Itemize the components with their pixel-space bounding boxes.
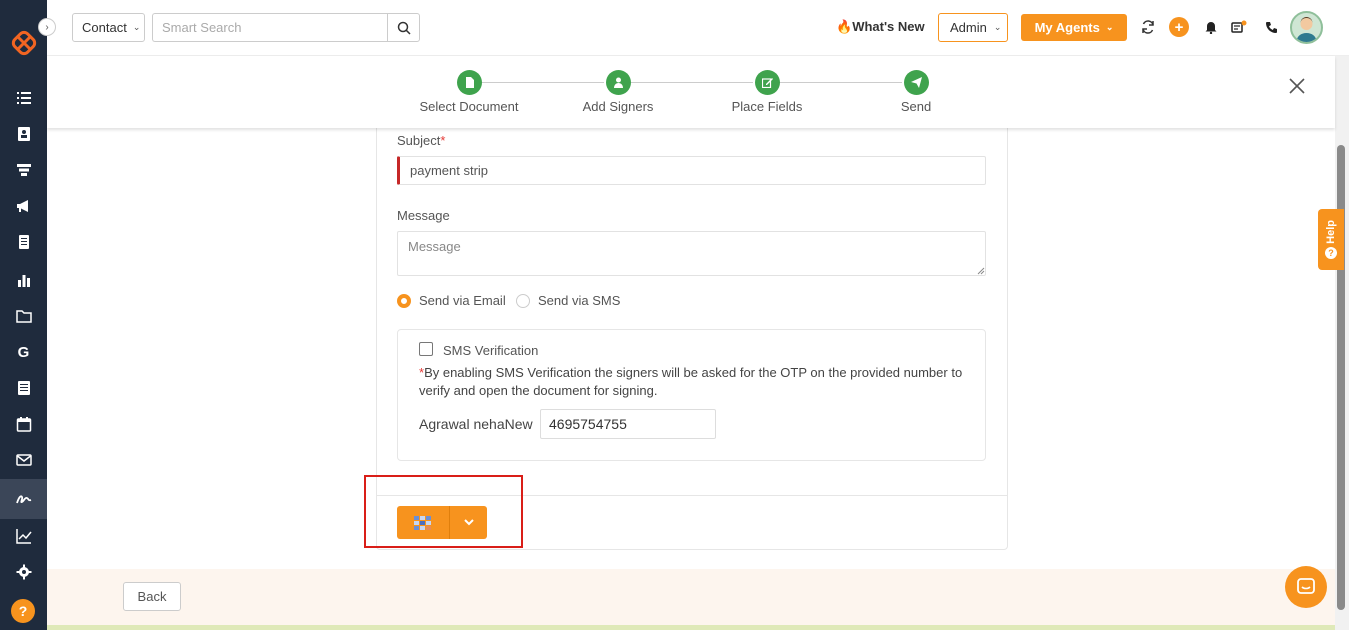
chevron-down-icon <box>463 519 474 526</box>
step-place-fields[interactable]: Place Fields <box>708 70 826 114</box>
send-button-group <box>397 506 487 539</box>
top-bar: Contact ⌄ 🔥What's New Admin ⌄ My Agents … <box>47 0 1349 56</box>
send-options-dropdown[interactable] <box>449 506 487 539</box>
user-avatar[interactable] <box>1290 11 1323 44</box>
close-icon[interactable] <box>1287 76 1307 96</box>
bar-chart-icon[interactable] <box>0 262 47 298</box>
message-textarea[interactable] <box>397 231 986 276</box>
calendar-icon[interactable] <box>0 406 47 442</box>
table-icon[interactable] <box>0 370 47 406</box>
subject-input[interactable] <box>397 156 986 185</box>
loading-grid-icon <box>414 515 431 530</box>
sidebar: G ? <box>0 0 47 630</box>
app-logo[interactable] <box>9 28 39 58</box>
step-select-document[interactable]: Select Document <box>410 70 528 114</box>
list-icon[interactable] <box>0 80 47 116</box>
add-icon[interactable]: + <box>1169 17 1189 37</box>
step-label: Select Document <box>419 99 519 114</box>
document-icon[interactable] <box>0 224 47 260</box>
required-mark: * <box>440 133 446 148</box>
sms-verification-checkbox[interactable] <box>419 342 433 356</box>
send-via-email-radio[interactable]: Send via Email <box>397 293 506 308</box>
message-label: Message <box>397 208 450 223</box>
footer-bar <box>47 569 1349 625</box>
google-icon[interactable]: G <box>0 334 47 370</box>
subject-label-text: Subject <box>397 133 441 148</box>
admin-select[interactable]: Admin ⌄ <box>938 13 1008 42</box>
step-label: Add Signers <box>582 99 654 114</box>
edit-icon <box>754 70 780 95</box>
my-agents-button[interactable]: My Agents ⌄ <box>1021 14 1127 41</box>
smart-search-input[interactable] <box>152 13 388 42</box>
contacts-book-icon[interactable] <box>0 116 47 152</box>
phone-icon[interactable] <box>1262 18 1280 36</box>
search-icon <box>397 21 411 35</box>
send-via-sms-radio[interactable]: Send via SMS <box>516 293 620 308</box>
chevron-down-icon: ⌄ <box>132 22 141 32</box>
resize-handle-icon[interactable] <box>977 267 985 275</box>
my-agents-label: My Agents <box>1034 20 1100 35</box>
radio-unselected-icon <box>516 293 530 308</box>
funnel-icon[interactable] <box>0 152 47 188</box>
send-via-email-label: Send via Email <box>419 293 506 308</box>
radio-selected-icon <box>397 293 411 308</box>
admin-select-label: Admin <box>950 20 987 35</box>
step-label: Send <box>900 99 932 114</box>
step-send[interactable]: Send <box>857 70 975 114</box>
send-via-sms-label: Send via SMS <box>538 293 621 308</box>
whats-new-label: What's New <box>852 19 925 34</box>
step-add-signers[interactable]: Add Signers <box>559 70 677 114</box>
sidebar-collapse-button[interactable]: › <box>38 18 56 36</box>
chat-launcher-button[interactable] <box>1285 566 1327 608</box>
divider <box>377 495 1007 496</box>
mail-icon[interactable] <box>0 442 47 478</box>
step-label: Place Fields <box>731 99 803 114</box>
chevron-down-icon: ⌄ <box>993 22 1002 32</box>
chevron-down-icon: ⌄ <box>1105 22 1114 32</box>
search-button[interactable] <box>387 13 420 42</box>
file-icon <box>456 70 482 95</box>
help-tab-label: Help <box>1325 219 1337 244</box>
fire-icon: 🔥 <box>836 19 853 34</box>
help-tab[interactable]: Help ? <box>1318 209 1344 270</box>
settings-icon[interactable] <box>0 554 47 590</box>
signature-icon[interactable] <box>0 479 47 519</box>
send-button[interactable] <box>397 506 449 539</box>
signer-phone-input[interactable] <box>540 409 716 439</box>
contact-module-select[interactable]: Contact ⌄ <box>72 13 145 42</box>
task-notification-icon[interactable] <box>1230 18 1248 36</box>
document-stepper: Select Document Add Signers Place Fields… <box>47 56 1335 128</box>
contact-select-label: Contact <box>82 20 127 35</box>
chat-icon <box>1297 578 1315 594</box>
signer-name: Agrawal nehaNew <box>419 416 533 432</box>
whats-new-link[interactable]: 🔥What's New <box>836 19 925 35</box>
subject-label: Subject* <box>397 133 445 148</box>
question-icon: ? <box>1325 247 1337 260</box>
help-question-icon[interactable]: ? <box>11 599 35 623</box>
sms-verification-label: SMS Verification <box>443 343 539 358</box>
back-button[interactable]: Back <box>123 582 181 611</box>
megaphone-icon[interactable] <box>0 188 47 224</box>
folder-icon[interactable] <box>0 298 47 334</box>
user-icon <box>605 70 631 95</box>
paper-plane-icon <box>903 70 929 95</box>
sms-verification-note: *By enabling SMS Verification the signer… <box>419 364 964 400</box>
sms-note-text: By enabling SMS Verification the signers… <box>419 365 963 398</box>
bell-icon[interactable] <box>1202 18 1220 36</box>
line-chart-icon[interactable] <box>0 518 47 554</box>
refresh-icon[interactable] <box>1139 18 1157 36</box>
bottom-strip <box>47 625 1349 630</box>
